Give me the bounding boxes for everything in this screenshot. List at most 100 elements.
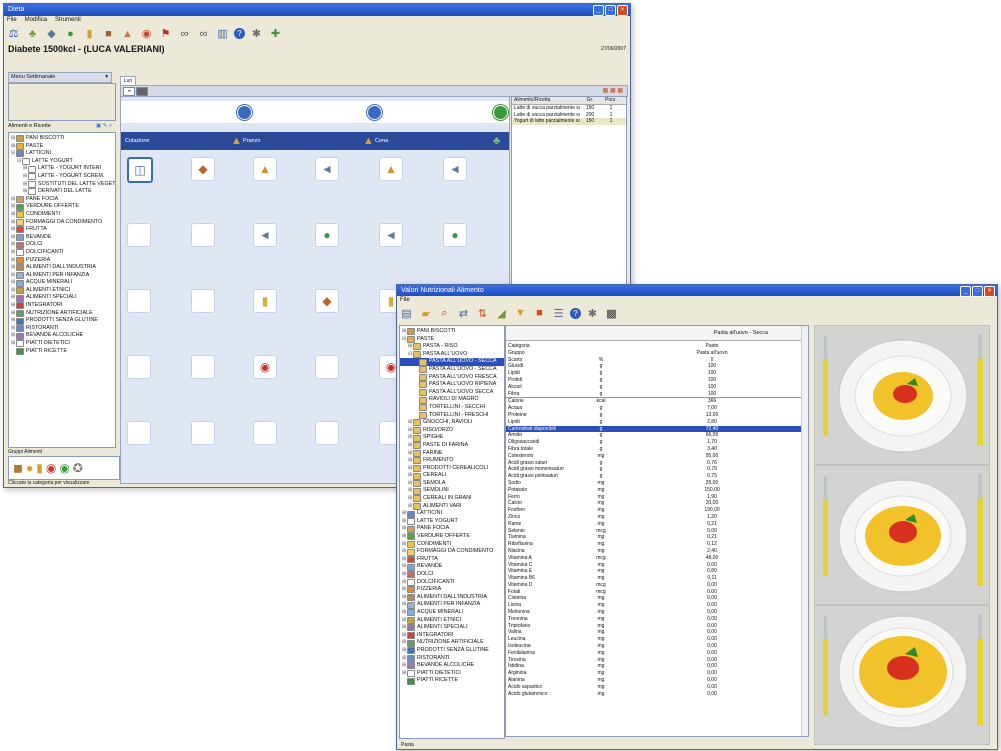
chart-icon[interactable]: ◢	[494, 306, 509, 321]
list-icon[interactable]: ☰	[551, 306, 566, 321]
tree-item[interactable]: ⊞ PANI BISCOTTI	[9, 135, 115, 143]
table-row[interactable]: Colesterolo mg 95,00	[506, 453, 808, 460]
tree-item[interactable]: ⊞ DOLCIFICANTI	[9, 249, 115, 257]
group-bottle-icon[interactable]: ▮	[36, 461, 43, 475]
tree-item[interactable]: ⊞ FORMAGGI DA CONDIMENTO	[400, 548, 504, 556]
table-row[interactable]: Alanina mg 0,00	[506, 677, 808, 684]
table-row[interactable]: Alcool g 100	[506, 384, 808, 391]
list-item[interactable]: Latte di vacca parzialmente scremato 200 1	[512, 112, 626, 119]
tree-item[interactable]: ⊞ PIZZERIA	[9, 257, 115, 265]
planner-action-icons[interactable]: ▦ ▦ ▦	[603, 87, 623, 94]
table-row[interactable]: Arginina mg 0,00	[506, 670, 808, 677]
group-bread-icon[interactable]: ◼	[13, 461, 23, 475]
tree-item[interactable]: ⊞ DOLCI	[9, 241, 115, 249]
tree-item[interactable]: ⊞ PRODOTTI CEREALICOLI	[400, 465, 504, 473]
table-row[interactable]: Amido g 66,00	[506, 432, 808, 439]
table-row[interactable]: Ferro mg 1,90	[506, 494, 808, 501]
table-row[interactable]: Niacina mg 2,40	[506, 548, 808, 555]
scale-icon[interactable]: ⚖	[6, 26, 21, 41]
table-row[interactable]: Isoleucina mg 0,00	[506, 643, 808, 650]
table-row[interactable]: Rame mg 0,21	[506, 521, 808, 528]
glasses2-icon[interactable]: ∞	[196, 26, 211, 41]
meal-slot-cake[interactable]: ▲	[253, 157, 277, 181]
meal-slot-veg[interactable]: ●	[315, 223, 339, 247]
planner-grid-icon[interactable]	[136, 87, 148, 96]
table-row[interactable]: Acidi grassi monoinsaturi g 0,79	[506, 466, 808, 473]
tree-item[interactable]: ⊞ LATTE - YOGURT INTERI	[9, 165, 115, 173]
meal-slot-empty[interactable]	[127, 289, 151, 313]
table-row[interactable]: Metionina mg 0,00	[506, 609, 808, 616]
table-row[interactable]: Fosforo mg 190,00	[506, 507, 808, 514]
tree-item[interactable]: ⊞ DERIVATI DEL LATTE	[9, 188, 115, 196]
table-row[interactable]: Oligosaccaridi g 1,70	[506, 439, 808, 446]
tree-item[interactable]: ⊞ RISTORANTI	[9, 325, 115, 333]
tree-item[interactable]: ⊞ FRUTTA	[400, 556, 504, 564]
camera-icon[interactable]: ▩	[604, 306, 619, 321]
tree-item[interactable]: ⊞ BEVANDE	[9, 234, 115, 242]
table-row[interactable]: Vitamina D mcg 0,00	[506, 582, 808, 589]
group-other-icon[interactable]: ✪	[73, 461, 83, 475]
table-row[interactable]: Vitamina A mcg 48,00	[506, 555, 808, 562]
tree-item[interactable]: ⊞ INTEGRATORI	[400, 632, 504, 640]
tree-item[interactable]: ⊞ CONDIMENTI	[400, 541, 504, 549]
table-row[interactable]: Potassio mg 150,00	[506, 487, 808, 494]
dropdown-icon[interactable]: ▾	[105, 73, 108, 82]
meal-slot-empty[interactable]	[191, 289, 215, 313]
tree-item[interactable]: ⊞ SEMOLA	[400, 480, 504, 488]
close-icon[interactable]: ×	[617, 5, 628, 16]
food-category-tree[interactable]: ⊞ PANI BISCOTTI ⊟ PASTE ⊞ PASTA - RISO ⊟ PASTA …	[399, 325, 505, 739]
export-icon[interactable]: ▤	[399, 306, 414, 321]
tree-item[interactable]: ⊞ VERDURE OFFERTE	[9, 203, 115, 211]
meal-header-breakfast[interactable]: Colazione	[125, 138, 149, 144]
tree-item[interactable]: ⊞ BEVANDE	[400, 563, 504, 571]
table-row[interactable]: Categoria Paste	[506, 343, 808, 350]
table-row[interactable]: Fenilalanina mg 0,00	[506, 650, 808, 657]
tree-item[interactable]: ⊞ FRUTTA	[9, 226, 115, 234]
meal-slot-empty[interactable]	[191, 355, 215, 379]
meal-slot-empty[interactable]	[191, 223, 215, 247]
tree-item[interactable]: ⊞ CEREALI IN GRANI	[400, 495, 504, 503]
meal-slot-veg[interactable]: ●	[443, 223, 467, 247]
tree-tool-icons[interactable]: ▣ ✎ ⌕	[96, 122, 112, 131]
tools-icon[interactable]: ✚	[268, 26, 283, 41]
tree-item[interactable]: ⊞ ALIMENTI ETNICI	[400, 617, 504, 625]
table-row[interactable]: Treonina mg 0,00	[506, 616, 808, 623]
table-row[interactable]: Lipidi g 2,80	[506, 419, 808, 426]
menu-file[interactable]: File	[400, 296, 410, 305]
tree-item[interactable]: ⊞ PIATTI DIETETICI	[400, 670, 504, 678]
tree-item[interactable]: ⊞ GNOCCHI, RAVIOLI	[400, 419, 504, 427]
bottle-icon[interactable]: ▮	[82, 26, 97, 41]
filter-icon[interactable]: ▼	[513, 306, 528, 321]
table-row[interactable]: Riboflavina mg 0,12	[506, 541, 808, 548]
table-row[interactable]: Lisina mg 0,00	[506, 602, 808, 609]
list-item[interactable]: Latte di vacca parzialmente scremato 150 1	[512, 105, 626, 112]
table-row[interactable]: Acidi grassi polinsaturi g 0,75	[506, 473, 808, 480]
tree-item[interactable]: ⊞ ALIMENTI SPECIALI	[400, 624, 504, 632]
meal-slot-empty[interactable]	[127, 421, 151, 445]
tree-item[interactable]: PASTA ALL'UOVO - SECCA	[400, 358, 504, 366]
table-row[interactable]: Valina mg 0,00	[506, 629, 808, 636]
tree-item[interactable]: ⊞ PRODOTTI SENZA GLUTINE	[9, 317, 115, 325]
day-tab[interactable]: Lun	[120, 76, 136, 85]
menu-modifica[interactable]: Modifica	[25, 16, 47, 25]
meal-header-lunch[interactable]: Pranzo	[243, 138, 260, 144]
tree-item[interactable]: ⊞ FORMAGGI DA CONDIMENTO	[9, 219, 115, 227]
tree-item[interactable]: ⊞ VERDURE OFFERTE	[400, 533, 504, 541]
chart-icon[interactable]: ▥	[215, 26, 230, 41]
tree-item[interactable]: ⊞ FARINE	[400, 450, 504, 458]
meal-slot-empty[interactable]	[315, 355, 339, 379]
tree-item[interactable]: PASTA ALL'UOVO RIPIENA	[400, 381, 504, 389]
table-row[interactable]: Vitamina E mg 0,80	[506, 568, 808, 575]
table-row[interactable]: Carboidrati disponibili g 72,40	[506, 425, 808, 433]
tree-item[interactable]: ⊞ SOSTITUTI DEL LATTE VEGETALI	[9, 181, 115, 189]
tree-item[interactable]: ⊞ PASTE	[9, 143, 115, 151]
table-row[interactable]: Acqua g 7,00	[506, 405, 808, 412]
tree-item[interactable]: ⊞ CEREALI	[400, 472, 504, 480]
search-icon[interactable]: ⌕	[437, 306, 452, 321]
tree-item[interactable]: TORTELLINI - FRESCHI	[400, 412, 504, 420]
tree-item[interactable]: ⊞ PRODOTTI SENZA GLUTINE	[400, 647, 504, 655]
tree-item[interactable]: ⊞ DOLCIFICANTI	[400, 579, 504, 587]
help-icon[interactable]: ?	[570, 307, 581, 319]
list-item[interactable]: Yogurt di latte parzialmente scremato 150…	[512, 118, 626, 126]
table-row[interactable]: Scarto% 0	[506, 357, 808, 364]
